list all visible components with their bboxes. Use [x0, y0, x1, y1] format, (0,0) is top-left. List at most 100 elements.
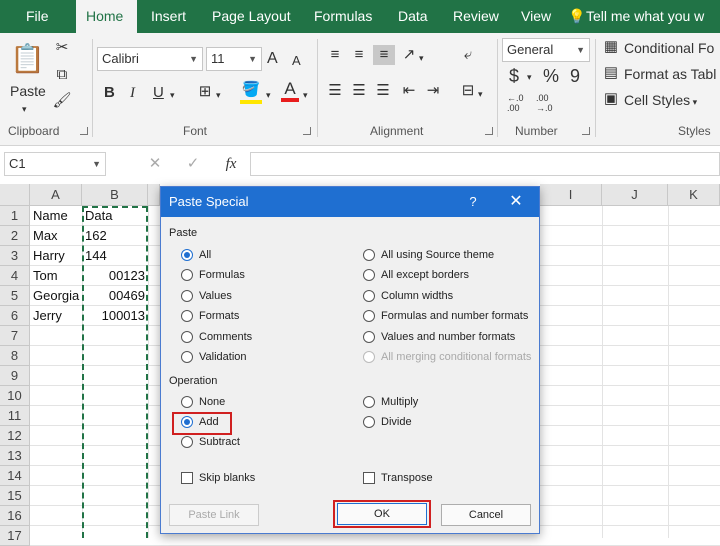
format-as-table-button[interactable]: Format as Tabl: [624, 64, 716, 84]
align-right-icon[interactable]: ☰: [373, 81, 393, 101]
paste-validation-radio[interactable]: Validation: [181, 348, 247, 366]
currency-dropdown-icon[interactable]: ▾: [527, 67, 532, 87]
italic-button[interactable]: I: [130, 83, 135, 103]
decrease-decimal-button[interactable]: .00 →.0: [536, 93, 553, 113]
tab-file[interactable]: File: [16, 0, 59, 33]
column-header[interactable]: [148, 184, 160, 206]
name-box[interactable]: C1 ▼: [4, 152, 106, 176]
cut-icon[interactable]: ✂: [52, 38, 72, 58]
cell-a2[interactable]: Max: [30, 226, 82, 246]
cell-a3[interactable]: Harry: [30, 246, 82, 266]
paste-dropdown-icon[interactable]: ▾: [22, 99, 27, 119]
percent-button[interactable]: %: [543, 66, 559, 86]
skip-blanks-checkbox[interactable]: Skip blanks: [181, 469, 255, 487]
font-color-icon[interactable]: A: [281, 80, 299, 102]
transpose-checkbox[interactable]: Transpose: [363, 469, 433, 487]
tab-view[interactable]: View: [511, 0, 561, 33]
cell-a5[interactable]: Georgia: [30, 286, 82, 306]
cell-a1[interactable]: Name: [30, 206, 82, 226]
borders-dropdown-icon[interactable]: ▾: [216, 85, 221, 105]
insert-function-icon[interactable]: fx: [220, 154, 242, 174]
shrink-font-icon[interactable]: A: [292, 51, 301, 71]
select-all-corner[interactable]: [0, 184, 30, 206]
alignment-launcher-icon[interactable]: [485, 127, 493, 135]
close-icon[interactable]: ✕: [503, 187, 529, 217]
clipboard-launcher-icon[interactable]: [80, 127, 88, 135]
fill-dropdown-icon[interactable]: ▾: [266, 85, 271, 105]
align-center-icon[interactable]: ☰: [349, 81, 369, 101]
cell-styles-icon[interactable]: ▣: [602, 89, 620, 109]
column-header[interactable]: B: [82, 184, 148, 206]
tab-formulas[interactable]: Formulas: [304, 0, 382, 33]
column-header[interactable]: J: [602, 184, 668, 206]
row-header[interactable]: 1: [0, 206, 30, 226]
orientation-icon[interactable]: ↗: [399, 45, 419, 65]
tab-data[interactable]: Data: [388, 0, 438, 33]
formula-input[interactable]: [250, 152, 720, 176]
font-launcher-icon[interactable]: [303, 127, 311, 135]
cell-styles-button[interactable]: Cell Styles ▾: [624, 90, 697, 112]
underline-dropdown-icon[interactable]: ▾: [170, 85, 175, 105]
row-header[interactable]: 4: [0, 266, 30, 286]
font-size-select[interactable]: 11 ▼: [206, 47, 262, 71]
operation-subtract-radio[interactable]: Subtract: [181, 433, 240, 451]
tab-review[interactable]: Review: [443, 0, 509, 33]
increase-indent-icon[interactable]: ⇥: [423, 81, 443, 101]
conditional-formatting-button[interactable]: Conditional Fo: [624, 38, 714, 58]
number-format-select[interactable]: General ▼: [502, 38, 590, 62]
row-header[interactable]: 9: [0, 366, 30, 386]
enter-entry-icon[interactable]: ✓: [183, 154, 203, 174]
cancel-entry-icon[interactable]: ✕: [145, 154, 165, 174]
operation-multiply-radio[interactable]: Multiply: [363, 393, 418, 411]
wrap-text-icon[interactable]: ⤶: [458, 45, 478, 65]
row-header[interactable]: 3: [0, 246, 30, 266]
align-left-icon[interactable]: ☰: [325, 81, 345, 101]
paste-all-radio[interactable]: All: [181, 246, 211, 264]
operation-divide-radio[interactable]: Divide: [363, 413, 412, 431]
row-header[interactable]: 2: [0, 226, 30, 246]
currency-button[interactable]: $: [509, 66, 519, 86]
format-table-icon[interactable]: ▤: [602, 63, 620, 83]
cell-a4[interactable]: Tom: [30, 266, 82, 286]
font-color-dropdown-icon[interactable]: ▾: [303, 85, 308, 105]
align-middle-icon[interactable]: ≡: [349, 45, 369, 65]
row-header[interactable]: 5: [0, 286, 30, 306]
increase-decimal-button[interactable]: ←.0 .00: [507, 93, 524, 113]
merge-dropdown-icon[interactable]: ▾: [478, 84, 483, 104]
row-header[interactable]: 7: [0, 326, 30, 346]
cell-a6[interactable]: Jerry: [30, 306, 82, 326]
row-header[interactable]: 11: [0, 406, 30, 426]
number-launcher-icon[interactable]: [582, 127, 590, 135]
row-header[interactable]: 13: [0, 446, 30, 466]
paste-formulas-and-number-formats-radio[interactable]: Formulas and number formats: [363, 307, 528, 325]
paste-formulas-radio[interactable]: Formulas: [181, 266, 245, 284]
paste-comments-radio[interactable]: Comments: [181, 328, 252, 346]
align-top-icon[interactable]: ≡: [325, 45, 345, 65]
row-header[interactable]: 10: [0, 386, 30, 406]
orientation-dropdown-icon[interactable]: ▾: [419, 48, 424, 68]
underline-button[interactable]: U: [153, 83, 164, 103]
tell-me-box[interactable]: 💡Tell me what you w: [568, 0, 704, 33]
format-painter-icon[interactable]: 🖌: [52, 91, 72, 111]
bold-button[interactable]: B: [104, 83, 115, 103]
paste-link-button[interactable]: Paste Link: [169, 504, 259, 526]
font-name-select[interactable]: Calibri ▼: [97, 47, 203, 71]
paste-column-widths-radio[interactable]: Column widths: [363, 287, 453, 305]
paste-clipboard-icon[interactable]: 📋: [10, 39, 45, 79]
row-header[interactable]: 6: [0, 306, 30, 326]
paste-formats-radio[interactable]: Formats: [181, 307, 239, 325]
row-header[interactable]: 16: [0, 506, 30, 526]
conditional-formatting-icon[interactable]: ▦: [602, 37, 620, 57]
column-header[interactable]: I: [540, 184, 602, 206]
paste-all-except-borders-radio[interactable]: All except borders: [363, 266, 469, 284]
grow-font-icon[interactable]: A: [267, 49, 278, 69]
tab-insert[interactable]: Insert: [141, 0, 196, 33]
paste-values-and-number-formats-radio[interactable]: Values and number formats: [363, 328, 515, 346]
cancel-button[interactable]: Cancel: [441, 504, 531, 526]
copy-icon[interactable]: ⧉: [52, 65, 72, 85]
paste-values-radio[interactable]: Values: [181, 287, 232, 305]
paste-all-using-source-theme-radio[interactable]: All using Source theme: [363, 246, 494, 264]
column-header[interactable]: A: [30, 184, 82, 206]
row-header[interactable]: 8: [0, 346, 30, 366]
tab-home[interactable]: Home: [76, 0, 137, 33]
